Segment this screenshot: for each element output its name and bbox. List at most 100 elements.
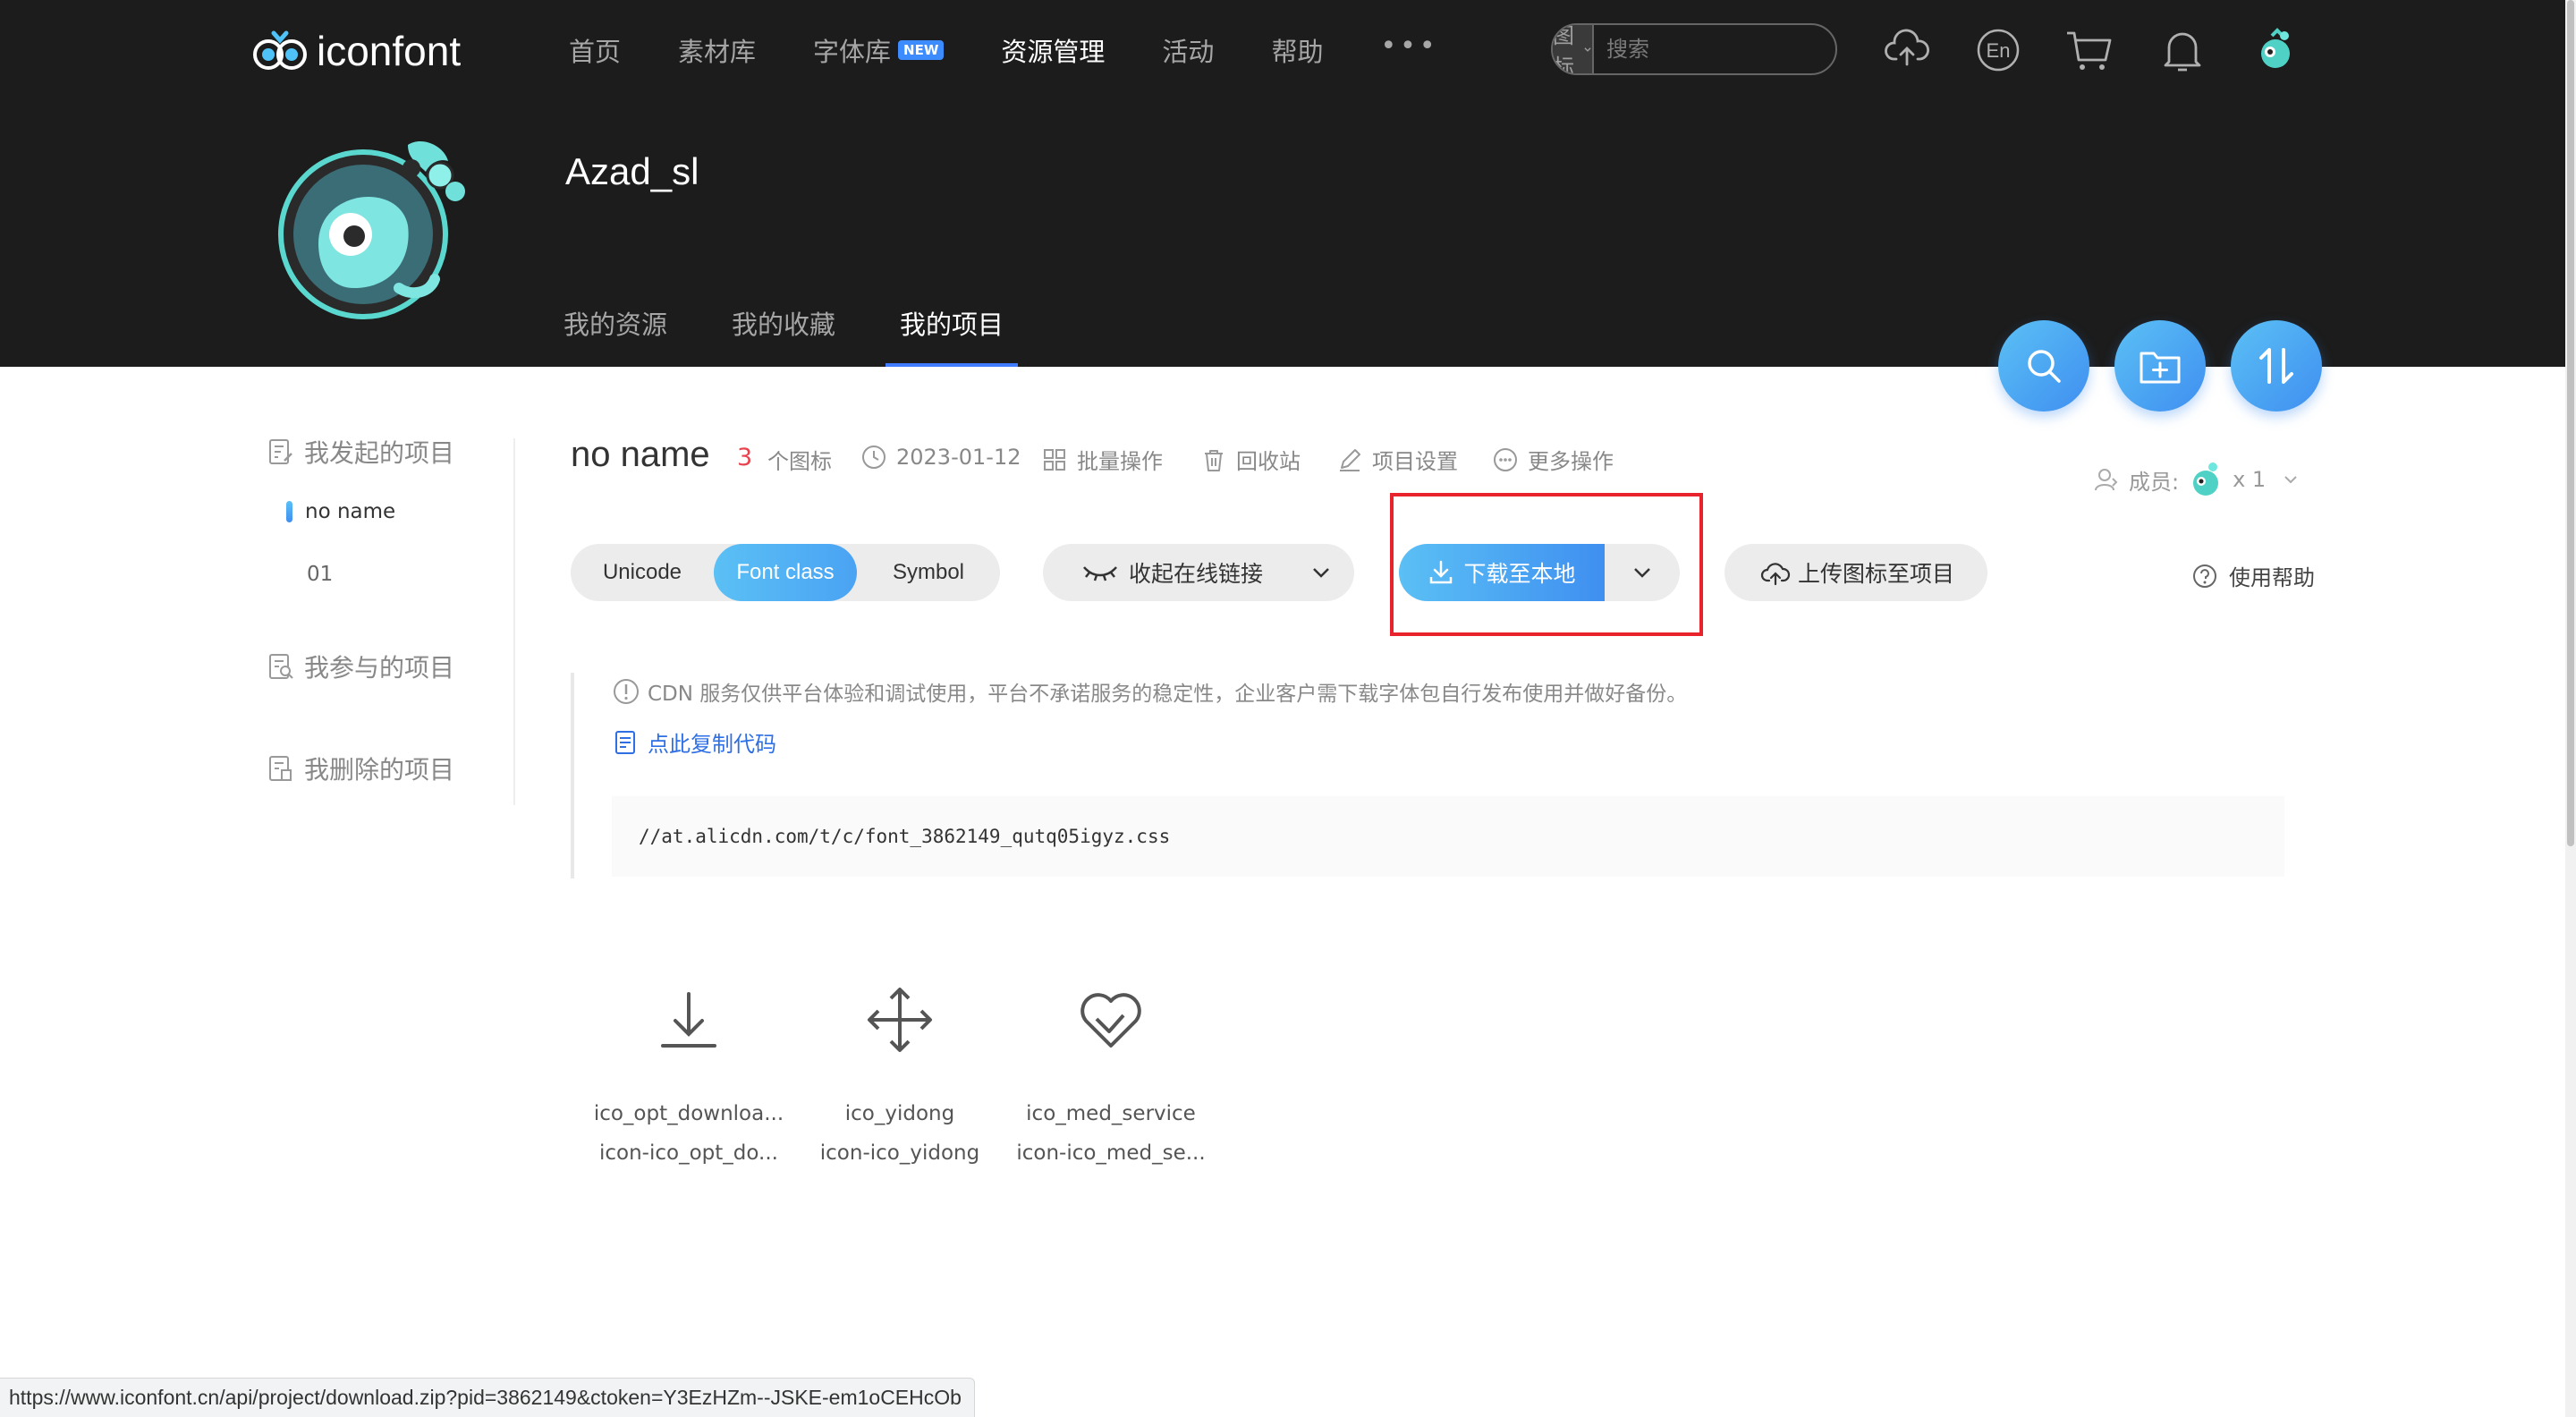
tab-unicode[interactable]: Unicode — [571, 544, 714, 601]
cdn-notice: CDN 服务仅供平台体验和调试使用，平台不承诺服务的稳定性，企业客户需下载字体包… — [612, 676, 1687, 707]
upload-cloud-icon[interactable] — [1882, 25, 1932, 75]
icon-name: ico_opt_downloa... — [593, 1102, 784, 1125]
project-count-unit: 个图标 — [767, 444, 832, 475]
language-label: En — [1987, 39, 2011, 62]
nav-item-fonts[interactable]: 字体库 NEW — [813, 31, 945, 69]
upload-icons-button[interactable]: 上传图标至项目 — [1724, 544, 1987, 601]
sidebar-item-01[interactable]: 01 — [267, 555, 517, 594]
nav-item-resource-management[interactable]: 资源管理 — [1001, 31, 1105, 69]
sort-arrows-icon — [2259, 348, 2293, 384]
more-dots-icon — [1494, 447, 1517, 471]
tab-my-favorites[interactable]: 我的收藏 — [732, 304, 835, 367]
scrollbar-thumb[interactable] — [2567, 0, 2574, 846]
members-dropdown[interactable]: 成员: x 1 — [2093, 460, 2300, 499]
icon-card-yidong[interactable]: ico_yidong icon-ico_yidong — [801, 984, 998, 1165]
batch-label: 批量操作 — [1077, 449, 1163, 474]
eye-closed-icon — [1083, 566, 1117, 581]
move-arrows-icon — [864, 984, 936, 1056]
collapse-online-link-button[interactable]: 收起在线链接 — [1043, 544, 1354, 601]
browser-status-url: https://www.iconfont.cn/api/project/down… — [0, 1378, 975, 1417]
nav-item-help[interactable]: 帮助 — [1271, 31, 1323, 69]
project-title: no name — [571, 435, 710, 474]
search-type-select[interactable]: 图标 — [1553, 25, 1594, 73]
icon-class: icon-ico_yidong — [819, 1141, 980, 1165]
logo-text: iconfont — [317, 28, 462, 74]
more-label: 更多操作 — [1528, 449, 1614, 474]
icon-card-med-service[interactable]: ico_med_service icon-ico_med_se... — [1013, 984, 1209, 1165]
upload-cloud-icon — [1760, 563, 1791, 586]
member-avatar — [2193, 462, 2219, 496]
download-arrow-icon — [653, 984, 724, 1056]
sidebar-group-participated[interactable]: 我参与的项目 — [267, 644, 517, 689]
recycle-label: 回收站 — [1236, 449, 1301, 474]
batch-operation-button[interactable]: 批量操作 — [1041, 444, 1163, 475]
icon-class: icon-ico_opt_do... — [599, 1141, 778, 1165]
usage-help-link[interactable]: 使用帮助 — [2191, 560, 2315, 591]
more-operations-button[interactable]: 更多操作 — [1492, 444, 1614, 475]
user-avatar[interactable] — [2250, 25, 2301, 75]
sidebar-divider — [513, 438, 515, 805]
search-icon — [2028, 350, 2061, 383]
active-indicator — [286, 501, 292, 522]
cdn-notice-text: CDN 服务仅供平台体验和调试使用，平台不承诺服务的稳定性，企业客户需下载字体包… — [648, 683, 1688, 706]
tab-my-resources[interactable]: 我的资源 — [564, 304, 667, 367]
new-badge: NEW — [898, 40, 945, 60]
chevron-down-icon — [1584, 47, 1591, 52]
search-input[interactable] — [1594, 25, 1835, 73]
iconfont-logo[interactable]: iconfont — [252, 25, 461, 77]
trash-icon — [1205, 449, 1223, 471]
chevron-down-icon — [2284, 476, 2297, 484]
search-box: 图标 — [1551, 23, 1837, 75]
highlight-box — [1390, 493, 1703, 636]
pencil-icon — [1340, 448, 1360, 471]
sidebar-group-label: 我删除的项目 — [304, 755, 455, 785]
recycle-bin-button[interactable]: 回收站 — [1200, 444, 1301, 475]
project-date: 2023-01-12 — [860, 444, 1021, 471]
tab-symbol[interactable]: Symbol — [857, 544, 1000, 601]
search-type-label: 图标 — [1553, 23, 1574, 75]
settings-label: 项目设置 — [1372, 449, 1458, 474]
cart-icon[interactable] — [2064, 25, 2114, 75]
sidebar-group-label: 我发起的项目 — [304, 438, 455, 468]
profile-avatar[interactable] — [265, 109, 470, 324]
profile-tabs: 我的资源 我的收藏 我的项目 — [564, 304, 1068, 367]
logo-mascot-icon — [253, 30, 307, 70]
main-nav: 首页 素材库 字体库 NEW 资源管理 活动 帮助 ••• — [569, 27, 1439, 73]
tab-my-projects[interactable]: 我的项目 — [886, 304, 1019, 367]
question-circle-icon — [2193, 564, 2216, 588]
chevron-down-icon — [1313, 568, 1329, 578]
fab-sort-button[interactable] — [2231, 320, 2322, 412]
fab-new-folder-button[interactable] — [2114, 320, 2206, 412]
sidebar-item-label: 01 — [307, 563, 334, 586]
sidebar-group-initiated[interactable]: 我发起的项目 — [267, 429, 517, 474]
fab-search-button[interactable] — [1998, 320, 2089, 412]
icon-class: icon-ico_med_se... — [1016, 1141, 1206, 1165]
sidebar-group-deleted[interactable]: 我删除的项目 — [267, 746, 517, 791]
bell-icon[interactable] — [2157, 25, 2207, 75]
nav-item-materials[interactable]: 素材库 — [678, 31, 756, 69]
help-label: 使用帮助 — [2229, 565, 2315, 590]
project-icon-count: 3 — [737, 444, 753, 471]
members-label: 成员: — [2129, 469, 2180, 495]
icon-card-download[interactable]: ico_opt_downloa... icon-ico_opt_do... — [590, 984, 787, 1165]
language-en-icon[interactable]: En — [1973, 25, 2023, 75]
tab-font-class[interactable]: Font class — [714, 544, 857, 601]
page: iconfont 首页 素材库 字体库 NEW 资源管理 活动 帮助 ••• 图标 — [0, 0, 2576, 1417]
count-unit-label: 个图标 — [767, 449, 832, 474]
nav-item-home[interactable]: 首页 — [569, 31, 621, 69]
sidebar-item-no-name[interactable]: no name — [267, 492, 517, 531]
heart-hand-icon — [1075, 984, 1147, 1056]
copy-doc-icon — [615, 730, 635, 754]
cdn-code-box[interactable]: //at.alicdn.com/t/c/font_3862149_qutq05i… — [612, 796, 2284, 877]
page-scrollbar[interactable] — [2565, 0, 2576, 1417]
trash-list-icon — [269, 756, 292, 781]
collapse-link-label: 收起在线链接 — [1129, 561, 1264, 587]
copy-code-link[interactable]: 点此复制代码 — [612, 726, 776, 758]
project-settings-button[interactable]: 项目设置 — [1336, 444, 1458, 475]
nav-more-button[interactable]: ••• — [1380, 30, 1438, 62]
nav-item-activities[interactable]: 活动 — [1162, 31, 1214, 69]
user-icon — [2095, 469, 2118, 491]
members-count: x 1 — [2233, 467, 2267, 492]
folder-add-icon — [2140, 352, 2181, 384]
date-label: 2023-01-12 — [896, 445, 1021, 470]
